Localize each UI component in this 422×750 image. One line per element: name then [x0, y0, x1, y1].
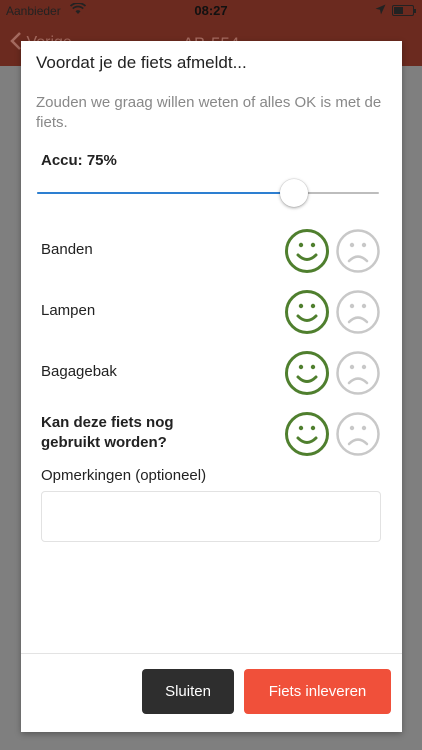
close-button[interactable]: Sluiten — [142, 669, 234, 714]
check-row-banden: Banden — [41, 228, 386, 278]
check-row-usable: Kan deze fiets nog gebruikt worden? — [41, 411, 386, 461]
checkout-modal: Voordat je de fiets afmeldt... Zouden we… — [21, 41, 402, 732]
remarks-input[interactable] — [41, 491, 381, 542]
sad-face-icon[interactable] — [335, 289, 381, 335]
check-label: Kan deze fiets nog gebruikt worden? — [41, 414, 174, 451]
location-icon — [375, 4, 386, 18]
happy-face-icon[interactable] — [284, 228, 330, 274]
happy-face-icon[interactable] — [284, 350, 330, 396]
check-label: Lampen — [41, 302, 96, 319]
happy-face-icon[interactable] — [284, 411, 330, 457]
check-label: Banden — [41, 241, 93, 258]
happy-face-icon[interactable] — [284, 289, 330, 335]
sad-face-icon[interactable] — [335, 350, 381, 396]
modal-footer: Sluiten Fiets inleveren — [21, 653, 402, 732]
accu-label: Accu: 75% — [41, 152, 117, 169]
slider-thumb[interactable] — [280, 179, 308, 207]
clock: 08:27 — [194, 3, 228, 18]
check-row-lampen: Lampen — [41, 289, 386, 339]
accu-slider[interactable] — [37, 179, 379, 207]
check-label: Bagagebak — [41, 363, 117, 380]
modal-subtitle: Zouden we graag willen weten of alles OK… — [36, 94, 382, 131]
status-bar: Aanbieder 08:27 — [0, 0, 422, 22]
return-bike-button[interactable]: Fiets inleveren — [244, 669, 391, 714]
modal-title: Voordat je de fiets afmeldt... — [36, 53, 247, 72]
sad-face-icon[interactable] — [335, 228, 381, 274]
battery-icon — [392, 5, 416, 16]
remarks-label: Opmerkingen (optioneel) — [41, 467, 207, 484]
slider-fill — [37, 192, 294, 194]
sad-face-icon[interactable] — [335, 411, 381, 457]
check-row-bagagebak: Bagagebak — [41, 350, 386, 400]
